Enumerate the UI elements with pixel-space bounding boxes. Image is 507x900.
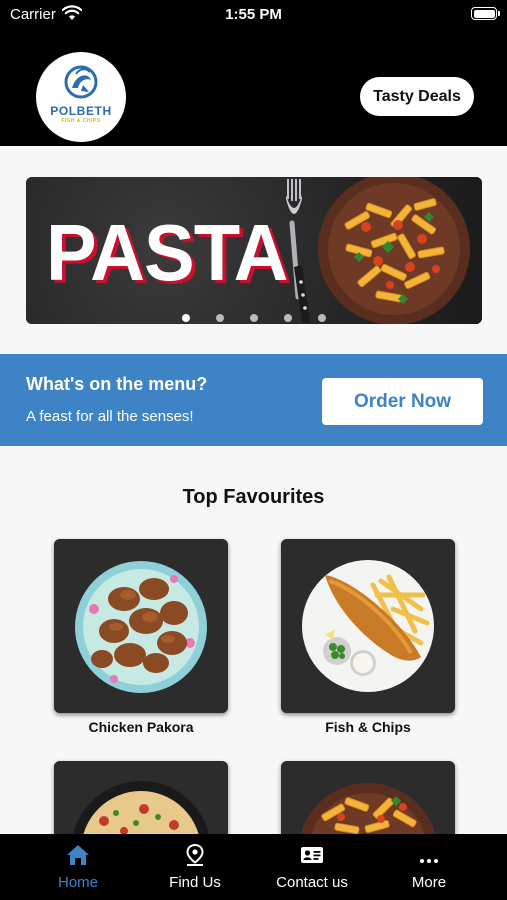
carousel-dot[interactable]	[216, 314, 224, 322]
carousel-dot[interactable]	[318, 314, 326, 322]
fish-logo-icon	[64, 65, 98, 99]
tasty-deals-button[interactable]: Tasty Deals	[360, 77, 474, 116]
carousel-dot[interactable]	[182, 314, 190, 322]
battery-icon	[471, 7, 500, 20]
contact-card-icon	[301, 847, 323, 863]
menu-cta-bar: What's on the menu? A feast for all the …	[0, 354, 507, 446]
app-header: Carrier 1:55 PM POLBETH FISH & CHIPS Tas…	[0, 0, 507, 146]
logo-title: POLBETH	[50, 104, 112, 118]
bottom-tab-bar: Home Find Us Contact us More	[0, 834, 507, 900]
chicken-pakora-image	[54, 539, 228, 713]
more-dots-icon	[420, 859, 438, 863]
app-screen: Carrier 1:55 PM POLBETH FISH & CHIPS Tas…	[0, 0, 507, 900]
carousel-dot[interactable]	[284, 314, 292, 322]
carousel-dot[interactable]	[250, 314, 258, 322]
status-time: 1:55 PM	[225, 6, 282, 23]
tab-label: Find Us	[169, 874, 221, 891]
status-bar: Carrier 1:55 PM	[0, 0, 507, 30]
brand-logo[interactable]: POLBETH FISH & CHIPS	[36, 52, 126, 142]
location-pin-icon	[186, 844, 204, 866]
tab-more[interactable]: More	[366, 834, 492, 900]
favourite-label: Chicken Pakora	[88, 719, 194, 735]
tab-find-us[interactable]: Find Us	[132, 834, 258, 900]
order-now-button[interactable]: Order Now	[322, 378, 483, 425]
cta-subtitle: A feast for all the senses!	[26, 408, 194, 425]
favourite-label: Fish & Chips	[325, 719, 411, 735]
tab-label: More	[411, 874, 447, 891]
favourite-card-chicken-pakora[interactable]	[54, 539, 228, 713]
fish-and-chips-image	[281, 539, 455, 713]
promo-banner-carousel[interactable]: PASTA	[26, 177, 482, 324]
tab-label: Home	[57, 874, 98, 891]
tab-home[interactable]: Home	[15, 834, 141, 900]
home-icon	[67, 845, 89, 865]
logo-subtitle: FISH & CHIPS	[61, 118, 101, 124]
cta-title: What's on the menu?	[26, 374, 208, 394]
tab-label: Contact us	[276, 874, 348, 891]
section-title: Top Favourites	[182, 486, 325, 508]
favourite-card-fish-and-chips[interactable]	[281, 539, 455, 713]
pasta-plate-image	[286, 177, 470, 324]
carousel-indicator	[26, 314, 482, 324]
tab-contact-us[interactable]: Contact us	[249, 834, 375, 900]
